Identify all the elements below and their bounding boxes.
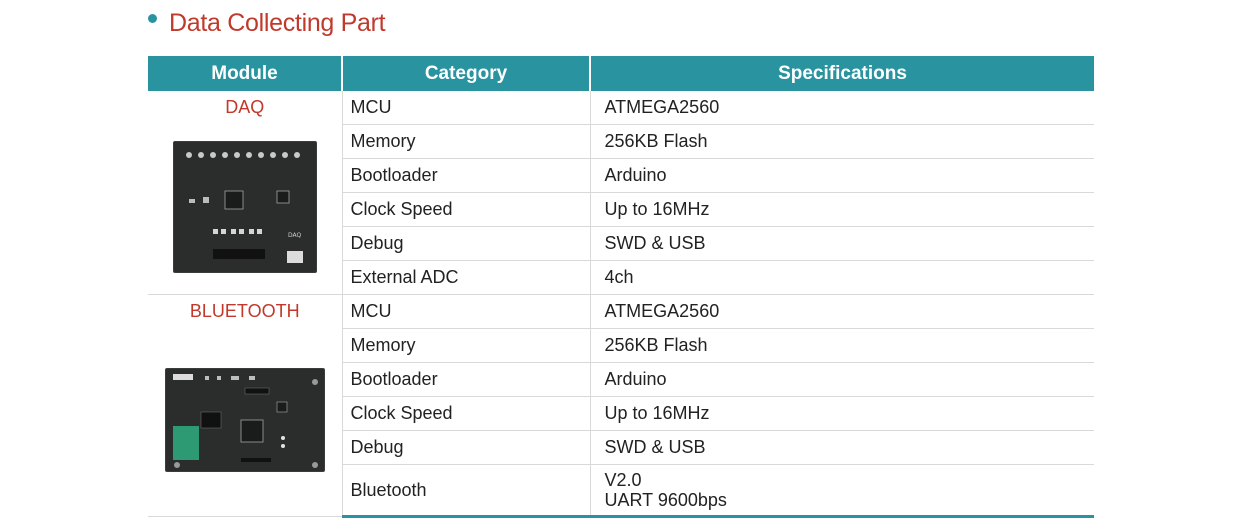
table-row: DAQ MCU ATMEGA2560 bbox=[148, 91, 1094, 125]
category-cell: Clock Speed bbox=[341, 396, 590, 431]
category-cell: Clock Speed bbox=[341, 192, 590, 227]
daq-board-label: DAQ bbox=[288, 232, 302, 239]
spec-cell: Arduino bbox=[589, 362, 1094, 397]
spec-cell-multiline: V2.0 UART 9600bps bbox=[589, 464, 1094, 518]
header-category: Category bbox=[341, 56, 590, 91]
category-cell: MCU bbox=[341, 294, 590, 329]
header-specifications: Specifications bbox=[589, 56, 1094, 91]
daq-board-image: DAQ bbox=[172, 140, 318, 274]
spec-cell: SWD & USB bbox=[589, 430, 1094, 465]
spec-cell: Up to 16MHz bbox=[589, 396, 1094, 431]
section-heading: Data Collecting Part bbox=[148, 6, 386, 40]
spec-cell: ATMEGA2560 bbox=[589, 91, 1094, 125]
spec-cell: Arduino bbox=[589, 158, 1094, 193]
spec-cell: 256KB Flash bbox=[589, 328, 1094, 363]
spec-cell: ATMEGA2560 bbox=[589, 294, 1094, 329]
module-name-bluetooth: BLUETOOTH bbox=[189, 301, 300, 322]
table-row: BLUETOOTH MCU ATMEGA2560 bbox=[148, 294, 1094, 329]
spec-cell: 256KB Flash bbox=[589, 124, 1094, 159]
category-cell: Debug bbox=[341, 226, 590, 261]
bluetooth-board-image bbox=[164, 367, 326, 473]
spec-cell: Up to 16MHz bbox=[589, 192, 1094, 227]
spec-table: Module Category Specifications DAQ MCU A… bbox=[148, 56, 1094, 518]
module-image-cell-bluetooth bbox=[148, 328, 342, 517]
table-row: Memory 256KB Flash bbox=[148, 328, 1094, 517]
category-cell: Bootloader bbox=[341, 362, 590, 397]
category-cell: MCU bbox=[341, 91, 590, 125]
spec-cell: SWD & USB bbox=[589, 226, 1094, 261]
category-cell: Memory bbox=[341, 328, 590, 363]
table-row: DAQ Memory 256KB Flash bbox=[148, 124, 1094, 295]
table-header-row: Module Category Specifications bbox=[148, 56, 1094, 91]
category-cell: External ADC bbox=[341, 260, 590, 295]
section-title: Data Collecting Part bbox=[169, 8, 386, 37]
category-cell: Debug bbox=[341, 430, 590, 465]
category-cell: Bootloader bbox=[341, 158, 590, 193]
module-image-cell-daq: DAQ bbox=[148, 124, 342, 295]
spec-cell: 4ch bbox=[589, 260, 1094, 295]
spec-line: V2.0 bbox=[604, 470, 642, 490]
module-name-daq: DAQ bbox=[225, 97, 265, 118]
spec-line: UART 9600bps bbox=[604, 490, 727, 510]
category-cell: Memory bbox=[341, 124, 590, 159]
category-cell: Bluetooth bbox=[341, 464, 590, 518]
header-module: Module bbox=[148, 56, 342, 91]
bullet-icon bbox=[148, 13, 157, 23]
